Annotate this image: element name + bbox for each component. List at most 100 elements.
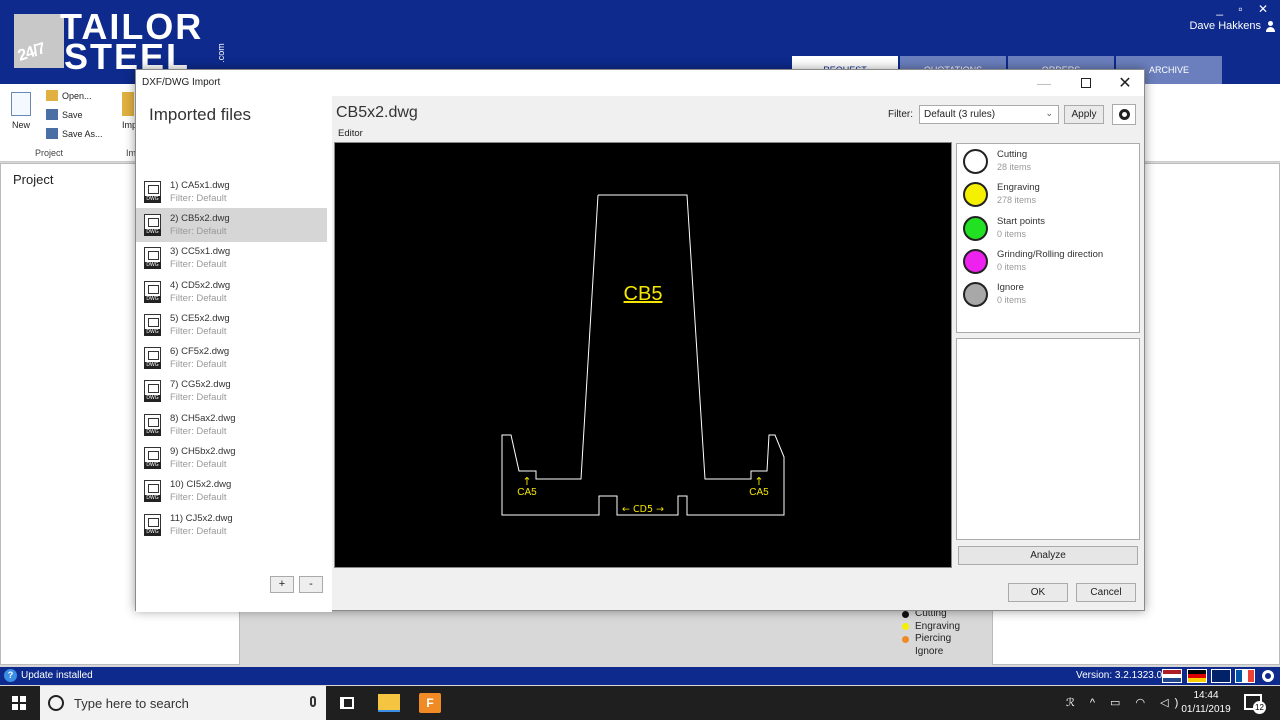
file-list-item[interactable]: DWG 4) CD5x2.dwg Filter: Default (136, 275, 327, 308)
filter-dropdown[interactable]: Default (3 rules) ⌄ (919, 105, 1059, 124)
file-filter: Filter: Default (170, 492, 227, 504)
file-list-item[interactable]: DWG 5) CE5x2.dwg Filter: Default (136, 308, 327, 341)
properties-panel (956, 338, 1140, 540)
apply-button[interactable]: Apply (1064, 105, 1104, 124)
file-filter: Filter: Default (170, 425, 227, 437)
layer-item[interactable]: Cutting 28 items (963, 148, 1031, 174)
taskbar-search[interactable]: Type here to search (40, 686, 326, 720)
cortana-icon (48, 695, 64, 711)
analyze-button[interactable]: Analyze (958, 546, 1138, 565)
clock-date: 01/11/2019 (1181, 704, 1231, 715)
file-item-text: 8) CH5ax2.dwg Filter: Default (170, 412, 235, 438)
file-list-item[interactable]: DWG 3) CC5x1.dwg Filter: Default (136, 242, 327, 275)
cancel-button[interactable]: Cancel (1076, 583, 1136, 602)
flag-nl-icon[interactable] (1162, 669, 1182, 683)
file-filter: Filter: Default (170, 525, 227, 537)
new-document-icon (11, 92, 31, 116)
layer-item[interactable]: Ignore 0 items (963, 281, 1026, 307)
file-list-item[interactable]: DWG 7) CG5x2.dwg Filter: Default (136, 375, 327, 408)
dialog-titlebar[interactable]: DXF/DWG Import — ✕ (136, 70, 1144, 96)
layer-count: 28 items (997, 162, 1032, 172)
windows-start-icon[interactable] (12, 696, 26, 710)
file-list-item[interactable]: DWG 10) CI5x2.dwg Filter: Default (136, 475, 327, 508)
microphone-icon[interactable] (310, 696, 316, 707)
legend-label: Engraving (915, 620, 961, 632)
tailorsteel-logo: 24/7 TAILOR STEEL .com (14, 9, 226, 77)
file-list-item[interactable]: DWG 8) CH5ax2.dwg Filter: Default (136, 408, 327, 441)
app-window-controls[interactable]: _ ▫ ✕ (1216, 2, 1274, 16)
layer-item[interactable]: Engraving 278 items (963, 181, 1040, 207)
file-name: 10) CI5x2.dwg (170, 479, 232, 491)
save-icon (46, 109, 58, 120)
settings-gear-icon[interactable] (1262, 670, 1274, 682)
file-list-item[interactable]: DWG 6) CF5x2.dwg Filter: Default (136, 341, 327, 374)
file-filter: Filter: Default (170, 259, 227, 271)
file-name: 1) CA5x1.dwg (170, 179, 230, 191)
file-item-text: 2) CB5x2.dwg Filter: Default (170, 212, 230, 238)
file-list-item[interactable]: DWG 9) CH5bx2.dwg Filter: Default (136, 441, 327, 474)
logo-badge: 24/7 (14, 14, 64, 68)
filter-settings-button[interactable] (1112, 104, 1136, 125)
file-item-text: 5) CE5x2.dwg Filter: Default (170, 312, 230, 338)
drawing-svg[interactable]: CB5 ↑ CA5 ↑ CA5 ← CD5 → (335, 143, 951, 567)
dwg-file-icon: DWG (144, 280, 161, 303)
task-view-icon[interactable] (340, 697, 354, 709)
fusion-app-icon[interactable]: F (419, 693, 441, 713)
file-list-item[interactable]: DWG 1) CA5x1.dwg Filter: Default (136, 175, 327, 208)
update-status[interactable]: ? Update installed (4, 669, 93, 682)
layer-color-swatch (963, 181, 988, 207)
layer-name: Ignore (997, 282, 1024, 293)
file-filter: Filter: Default (170, 325, 227, 337)
logo-word-bottom: STEEL (64, 36, 191, 77)
part-label-right: CA5 (749, 487, 769, 498)
maximize-button[interactable] (1066, 70, 1106, 96)
file-name: 3) CC5x1.dwg (170, 246, 231, 258)
system-tray-icons[interactable]: ℛ ^ ▭ ◠ ◁) (1066, 696, 1184, 709)
project-group-label: Project (35, 148, 64, 158)
ok-button[interactable]: OK (1008, 583, 1068, 602)
imported-files-heading: Imported files (149, 105, 252, 124)
remove-file-button[interactable]: - (299, 576, 323, 593)
dwg-file-icon: DWG (144, 180, 161, 203)
dxf-dwg-import-dialog: DXF/DWG Import — ✕ Imported files DWG 1) … (135, 69, 1145, 612)
logo-suffix: .com (215, 43, 226, 63)
file-name: 6) CF5x2.dwg (170, 346, 230, 358)
minimize-button[interactable]: — (1024, 70, 1064, 96)
legend-item: Piercing (902, 633, 960, 646)
flag-uk-icon[interactable] (1211, 669, 1231, 683)
dwg-file-icon: DWG (144, 513, 161, 536)
file-item-text: 1) CA5x1.dwg Filter: Default (170, 179, 230, 205)
part-outline[interactable] (501, 194, 785, 516)
file-list-item[interactable]: DWG 11) CJ5x2.dwg Filter: Default (136, 508, 327, 541)
save-as-button[interactable]: Save As... (46, 128, 103, 139)
file-list-item[interactable]: DWG 2) CB5x2.dwg Filter: Default (136, 208, 327, 242)
maximize-icon (1081, 78, 1091, 88)
flag-fr-icon[interactable] (1235, 669, 1255, 683)
file-name: 7) CG5x2.dwg (170, 379, 231, 391)
user-account[interactable]: Dave Hakkens (1189, 20, 1276, 32)
new-button[interactable]: New (8, 92, 34, 130)
layer-item[interactable]: Grinding/Rolling direction 0 items (963, 248, 1103, 274)
search-placeholder: Type here to search (74, 695, 189, 711)
flag-de-icon[interactable] (1187, 669, 1207, 683)
save-button[interactable]: Save (46, 109, 83, 120)
legend-label: Piercing (915, 633, 952, 644)
file-item-text: 7) CG5x2.dwg Filter: Default (170, 378, 231, 404)
drawing-editor-canvas[interactable]: CB5 ↑ CA5 ↑ CA5 ← CD5 → (334, 142, 952, 568)
file-item-text: 11) CJ5x2.dwg Filter: Default (170, 512, 233, 538)
current-file-title: CB5x2.dwg (336, 104, 418, 121)
user-name-label: Dave Hakkens (1189, 20, 1261, 32)
notification-center-icon[interactable]: 12 (1244, 694, 1266, 714)
file-item-text: 10) CI5x2.dwg Filter: Default (170, 478, 231, 504)
add-file-button[interactable]: + (270, 576, 294, 593)
gear-icon (1118, 109, 1130, 120)
close-button[interactable]: ✕ (1105, 70, 1145, 96)
open-button[interactable]: Open... (46, 90, 92, 101)
file-name: 4) CD5x2.dwg (170, 279, 231, 291)
taskbar-clock[interactable]: 14:44 01/11/2019 (1178, 689, 1234, 717)
layer-count: 0 items (997, 262, 1027, 272)
layer-item[interactable]: Start points 0 items (963, 215, 1045, 241)
file-filter: Filter: Default (170, 359, 227, 371)
file-explorer-icon[interactable] (378, 694, 400, 712)
filter-label: Filter: (888, 109, 913, 120)
